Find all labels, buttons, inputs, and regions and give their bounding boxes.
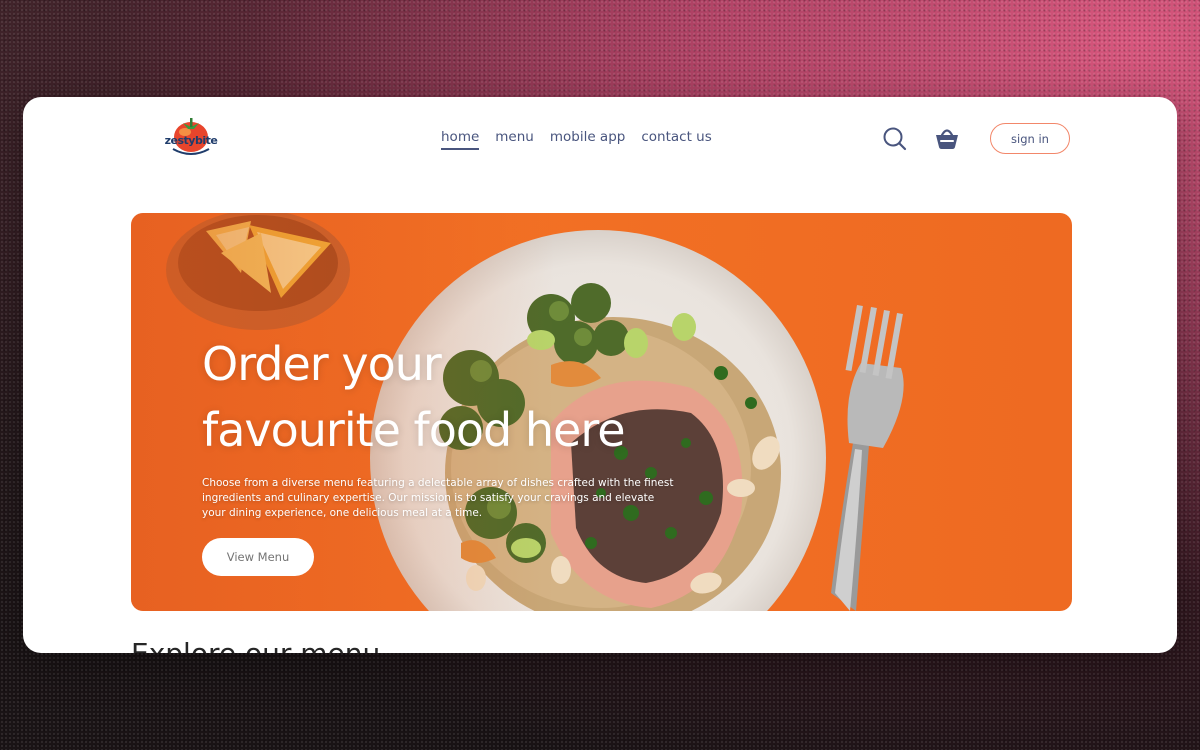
brand-name: zestybite [164, 134, 218, 147]
brand-logo[interactable]: zestybite [161, 115, 221, 161]
nav-menu[interactable]: menu [495, 129, 534, 150]
hero-title-line-1: Order your [202, 337, 442, 391]
basket-icon [936, 129, 958, 149]
basket-button[interactable] [934, 125, 960, 151]
sign-in-button[interactable]: sign in [990, 123, 1070, 154]
hero-title: Order your favourite food here [202, 331, 722, 463]
view-menu-button[interactable]: View Menu [202, 538, 314, 576]
nav-contact-us[interactable]: contact us [641, 129, 711, 150]
hero-title-line-2: favourite food here [202, 403, 626, 457]
nav-mobile-app[interactable]: mobile app [550, 129, 626, 150]
nav-home[interactable]: home [441, 129, 480, 150]
browser-window: zestybite home menu mobile app contact u… [23, 97, 1177, 653]
search-icon [883, 127, 907, 151]
explore-menu-heading: Explore our menu [131, 637, 380, 653]
hero-description: Choose from a diverse menu featuring a d… [202, 477, 674, 519]
hero-banner: Order your favourite food here Choose fr… [131, 213, 1072, 611]
main-nav: home menu mobile app contact us [441, 129, 712, 150]
search-button[interactable] [882, 126, 908, 152]
